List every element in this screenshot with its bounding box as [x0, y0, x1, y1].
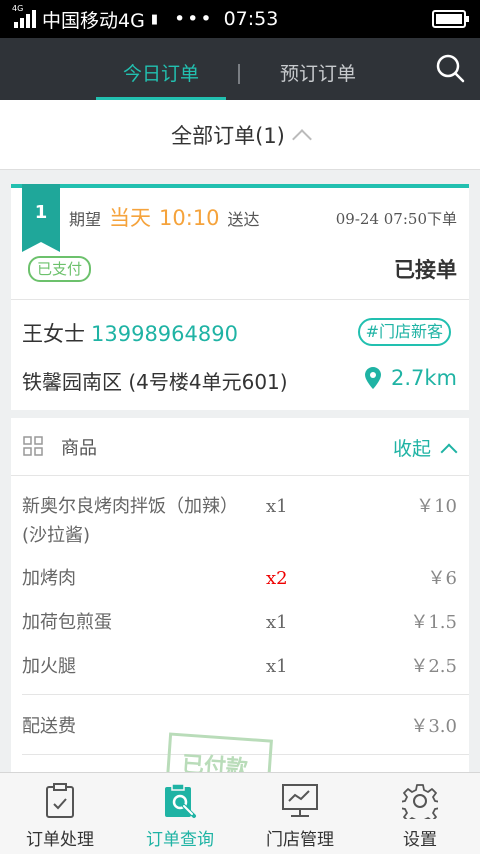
clock: 07:53	[223, 8, 279, 30]
tab-reserved-orders[interactable]: 预订订单	[258, 38, 378, 100]
nav-order-query[interactable]: 订单查询	[120, 773, 240, 854]
clipboard-search-icon	[165, 783, 196, 818]
order-placed-time: 09-24 07:50下单	[335, 210, 457, 228]
customer-info: 王女士 13998964890 #门店新客 铁馨园南区 (4号楼4单元601) 2…	[11, 300, 469, 412]
battery-icon	[432, 10, 469, 28]
nav-order-processing[interactable]: 订单处理	[0, 773, 120, 854]
order-status: 已接单	[394, 258, 457, 282]
expected-delivery: 期望 当天 10:10 送达	[69, 206, 260, 230]
status-bar: 4G 中国移动4G ▮ ••• 07:53	[0, 0, 480, 38]
goods-item: 新奥尔良烤肉拌饭（加辣）(沙拉酱) x1 ￥10	[22, 496, 457, 546]
nav-store-management[interactable]: 门店管理	[240, 773, 360, 854]
bottom-nav: 订单处理 订单查询 门店管理 设置	[0, 772, 480, 854]
goods-item: 加火腿 x1 ￥2.5	[22, 656, 457, 677]
distance-link[interactable]: 2.7km	[364, 366, 457, 390]
delivery-address: 铁馨园南区 (4号楼4单元601)	[22, 370, 288, 394]
search-icon[interactable]	[434, 52, 466, 84]
collapse-button[interactable]: 收起	[393, 434, 458, 461]
order-summary: 期望 当天 10:10 送达 09-24 07:50下单 已支付 已接单	[11, 188, 469, 300]
customer-name-line: 王女士 13998964890	[22, 318, 238, 348]
monitor-chart-icon	[282, 784, 318, 817]
order-filter-dropdown[interactable]: 全部订单(1)	[0, 100, 480, 170]
tab-divider	[238, 64, 240, 84]
goods-title: 商品	[61, 438, 97, 459]
goods-section: 商品 收起 新奥尔良烤肉拌饭（加辣）(沙拉酱) x1 ￥10 加烤肉 x2 ￥6…	[11, 418, 469, 772]
signal-icon: 4G	[12, 4, 36, 28]
clipboard-check-icon	[46, 783, 74, 818]
location-pin-icon	[364, 367, 381, 389]
customer-name: 王女士	[22, 322, 85, 346]
sim-icon: ▮	[150, 11, 158, 27]
carrier-label: 中国移动4G	[42, 9, 145, 32]
gear-icon	[402, 784, 438, 819]
goods-item: 加荷包煎蛋 x1 ￥1.5	[22, 612, 457, 633]
grid-icon	[23, 436, 43, 456]
customer-phone-link[interactable]: 13998964890	[91, 322, 238, 346]
goods-header: 商品 收起	[11, 418, 469, 476]
top-header: 今日订单 预订订单	[0, 38, 480, 100]
paid-badge: 已支付	[28, 256, 92, 282]
order-card[interactable]: 1 期望 当天 10:10 送达 09-24 07:50下单 已支付 已接单 王…	[11, 184, 469, 412]
new-customer-tag: #门店新客	[357, 318, 451, 346]
goods-item: 加烤肉 x2 ￥6	[22, 568, 457, 589]
chevron-up-icon	[440, 443, 458, 460]
filter-label: 全部订单(1)	[171, 123, 285, 148]
chevron-up-icon	[291, 128, 312, 149]
paid-stamp: 已付款	[165, 732, 273, 772]
tab-today-orders[interactable]: 今日订单	[96, 38, 226, 100]
nav-settings[interactable]: 设置	[360, 773, 480, 854]
more-dots-icon: •••	[173, 8, 214, 30]
